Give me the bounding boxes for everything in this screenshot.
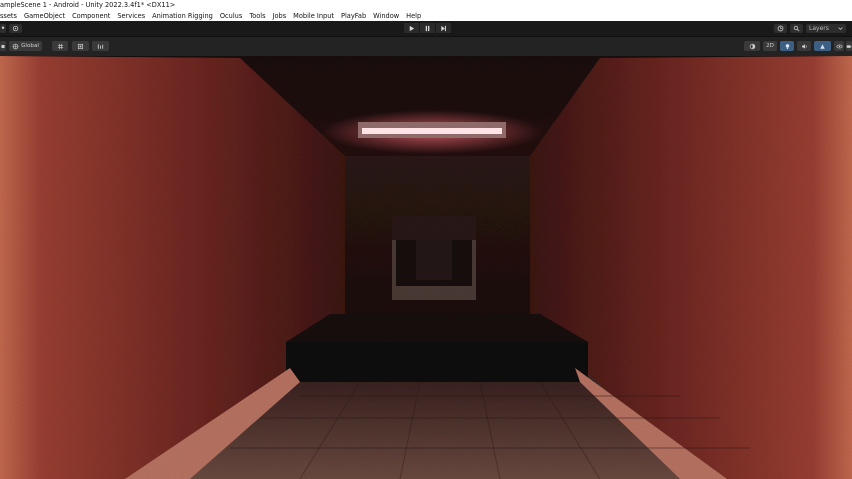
search-button[interactable] — [790, 24, 803, 33]
window-titlebar: ampleScene 1 - Android - Unity 2022.3.4f… — [0, 0, 852, 11]
grid-icon — [57, 43, 63, 49]
menu-animation-rigging[interactable]: Animation Rigging — [152, 12, 213, 20]
globe-icon — [12, 43, 19, 49]
menu-mobile-input[interactable]: Mobile Input — [293, 12, 334, 20]
pause-icon — [425, 25, 430, 31]
step-icon — [441, 25, 446, 31]
menu-assets[interactable]: ssets — [0, 12, 17, 20]
history-icon — [777, 25, 784, 32]
main-toolbar: Layers — [0, 21, 852, 36]
scene-render — [0, 56, 852, 479]
cloud-icon — [12, 25, 19, 32]
scene-visibility-button[interactable] — [834, 41, 844, 51]
effects-icon — [820, 43, 825, 49]
view-options-button[interactable] — [92, 41, 109, 51]
mode-2d-label: 2D — [766, 43, 774, 49]
search-icon — [793, 25, 800, 32]
lighting-toggle[interactable] — [780, 41, 794, 51]
layers-dropdown[interactable]: Layers — [806, 24, 846, 33]
audio-toggle[interactable] — [797, 41, 811, 51]
global-label: Global — [21, 43, 39, 49]
shading-mode-button[interactable] — [744, 41, 760, 51]
menu-tools[interactable]: Tools — [249, 12, 265, 20]
camera-button[interactable] — [846, 41, 852, 51]
view-options-icon — [97, 43, 104, 49]
menu-window[interactable]: Window — [373, 12, 399, 20]
pivot-icon — [1, 44, 5, 48]
snap-button[interactable] — [72, 41, 89, 51]
audio-icon — [801, 43, 807, 49]
effects-toggle[interactable] — [814, 41, 831, 51]
light-icon — [785, 43, 789, 49]
menu-services[interactable]: Services — [117, 12, 145, 20]
history-button[interactable] — [774, 24, 787, 33]
account-button[interactable] — [0, 24, 6, 33]
shading-icon — [749, 43, 755, 49]
grid-button[interactable] — [52, 41, 68, 51]
menu-bar: ssets GameObject Component Services Anim… — [0, 11, 852, 21]
cloud-button[interactable] — [9, 24, 22, 33]
scene-viewport[interactable] — [0, 56, 852, 479]
window-title: ampleScene 1 - Android - Unity 2022.3.4f… — [0, 1, 176, 9]
play-icon — [409, 25, 415, 31]
menu-jobs[interactable]: Jobs — [273, 12, 287, 20]
menu-playfab[interactable]: PlayFab — [341, 12, 366, 20]
menu-component[interactable]: Component — [72, 12, 110, 20]
eye-icon — [836, 44, 842, 48]
mode-2d-toggle[interactable]: 2D — [763, 41, 777, 51]
menu-oculus[interactable]: Oculus — [220, 12, 242, 20]
layers-label: Layers — [809, 25, 829, 32]
play-button[interactable] — [404, 23, 419, 33]
menu-gameobject[interactable]: GameObject — [24, 12, 65, 20]
pause-button[interactable] — [420, 23, 435, 33]
tool-handle-button[interactable] — [0, 41, 6, 51]
menu-help[interactable]: Help — [406, 12, 421, 20]
step-button[interactable] — [436, 23, 451, 33]
scene-toolbar: Global 2D — [0, 36, 852, 56]
camera-icon — [846, 44, 852, 48]
account-icon — [1, 26, 5, 29]
global-toggle[interactable]: Global — [9, 41, 42, 51]
snap-icon — [77, 43, 84, 49]
chevron-down-icon — [838, 27, 843, 30]
play-controls — [404, 23, 451, 33]
